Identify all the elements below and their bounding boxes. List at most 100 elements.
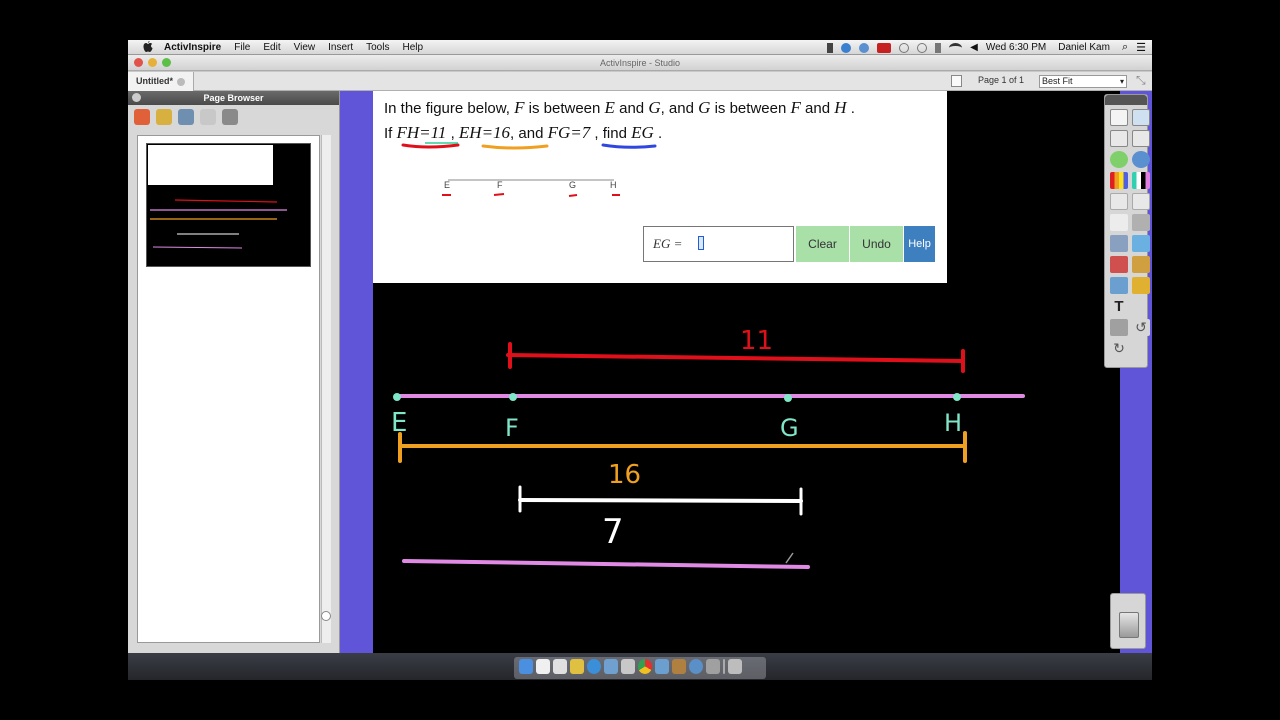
dock [128, 653, 1152, 680]
tab-close-icon[interactable] [177, 77, 185, 86]
menu-tools[interactable]: Tools [366, 42, 389, 53]
main-toolbox: T ↺ ↻ [1104, 94, 1150, 368]
bluetooth-icon[interactable] [935, 42, 942, 53]
page-browser-tool-icon[interactable] [134, 109, 150, 125]
trash-dock-icon[interactable] [728, 659, 742, 674]
flipchart-canvas[interactable]: In the figure below, F is between E and … [340, 91, 1120, 653]
globe-dock-icon[interactable] [689, 659, 703, 674]
globe-status-icon[interactable] [859, 42, 870, 53]
page-browser-panel: Page Browser [128, 91, 340, 653]
select-arrow-icon[interactable] [1110, 214, 1128, 231]
calendar-icon[interactable] [536, 659, 550, 674]
window-title: ActivInspire - Studio [599, 58, 681, 68]
zoom-icon[interactable] [1132, 109, 1150, 126]
minimize-window-button[interactable] [148, 58, 157, 67]
text-icon[interactable]: T [1110, 298, 1128, 315]
menu-file[interactable]: File [234, 42, 250, 53]
screen: ActivInspire File Edit View Insert Tools… [128, 40, 1152, 680]
resource-browser-icon[interactable] [156, 109, 172, 125]
menu-insert[interactable]: Insert [328, 42, 353, 53]
time-machine-icon[interactable] [917, 42, 928, 53]
mail-icon[interactable] [604, 659, 618, 674]
sync-status-icon[interactable] [899, 42, 910, 53]
trash-icon[interactable] [1119, 612, 1139, 638]
close-panel-icon[interactable] [132, 93, 141, 102]
chrome-icon[interactable] [638, 659, 652, 674]
activ-status-icon[interactable] [841, 42, 852, 53]
divider [723, 659, 725, 674]
apple-icon[interactable] [142, 41, 154, 53]
page-thumbnail[interactable] [146, 143, 311, 267]
color-palette-row2-icon[interactable] [1132, 172, 1150, 189]
app-store-icon[interactable] [587, 659, 601, 674]
zoom-window-button[interactable] [162, 58, 171, 67]
main-menu-icon[interactable] [1110, 109, 1128, 126]
point-g [784, 394, 792, 402]
segment-fh [506, 353, 965, 363]
fit-select[interactable]: Best Fit [1039, 75, 1127, 88]
connector-icon[interactable] [1110, 277, 1128, 294]
restore-icon[interactable]: ⤡ [1136, 74, 1148, 87]
window-controls [134, 58, 171, 67]
label-g: G [780, 414, 799, 442]
segment-fg [518, 498, 803, 503]
tool-dock-icon[interactable] [706, 659, 720, 674]
label-f: F [505, 414, 519, 442]
system-icon[interactable] [621, 659, 635, 674]
pin-icon[interactable] [1110, 319, 1128, 336]
undo-icon[interactable]: ↺ [1132, 319, 1150, 336]
page-thumbnail-area [137, 135, 320, 643]
finder-icon[interactable] [519, 659, 533, 674]
page-icon[interactable] [951, 75, 962, 87]
label-h: H [944, 409, 962, 437]
green-go-icon[interactable] [1110, 151, 1128, 168]
clock[interactable]: Wed 6:30 PM [986, 42, 1046, 53]
menu-view[interactable]: View [294, 42, 316, 53]
pen-size-icon[interactable] [1132, 193, 1150, 210]
record-status-icon[interactable] [877, 42, 892, 53]
property-browser-icon[interactable] [222, 109, 238, 125]
next-page-icon[interactable] [1132, 130, 1150, 147]
menu-app-name[interactable]: ActivInspire [164, 42, 221, 53]
redo-icon[interactable]: ↻ [1110, 340, 1128, 357]
fill-icon[interactable] [1132, 256, 1150, 273]
page-browser-tools [128, 105, 339, 133]
point-h [953, 393, 961, 401]
eraser-icon[interactable] [1110, 256, 1128, 273]
label-11: 11 [740, 326, 773, 356]
thumbnail-drawing [150, 199, 287, 249]
highlighter-icon[interactable] [1132, 235, 1150, 252]
utility-icon[interactable] [672, 659, 686, 674]
spotlight-search-icon[interactable]: ⌕ [1122, 41, 1128, 54]
dock-shelf [514, 657, 766, 679]
notes-icon[interactable] [570, 659, 584, 674]
label-7: 7 [602, 512, 624, 552]
close-window-button[interactable] [134, 58, 143, 67]
volume-icon[interactable]: ◀ [970, 42, 978, 53]
user-name[interactable]: Daniel Kam [1058, 42, 1110, 53]
point-e [393, 393, 401, 401]
preview-icon[interactable] [553, 659, 567, 674]
pen-status-icon[interactable] [827, 42, 834, 53]
color-palette-icon[interactable] [1110, 172, 1128, 189]
notification-list-icon[interactable]: ☰ [1136, 41, 1146, 54]
menu-edit[interactable]: Edit [263, 42, 280, 53]
activinspire-icon[interactable] [655, 659, 669, 674]
clipart-icon[interactable] [1132, 277, 1150, 294]
scroll-knob[interactable] [321, 611, 331, 621]
pen-icon[interactable] [1110, 235, 1128, 252]
page-info: Page 1 of 1 [978, 75, 1025, 85]
object-browser-icon[interactable] [178, 109, 194, 125]
menu-help[interactable]: Help [402, 42, 423, 53]
wifi-icon[interactable] [949, 42, 963, 53]
web-browser-icon[interactable] [1132, 151, 1150, 168]
status-area: ◀ Wed 6:30 PM Daniel Kam ⌕ ☰ [827, 40, 1146, 55]
tab-untitled[interactable]: Untitled* [128, 72, 194, 91]
pen-width-icon[interactable] [1110, 193, 1128, 210]
handwritten-drawing: 11 E F G H 16 7 [391, 326, 1025, 569]
tools-icon[interactable] [1132, 214, 1150, 231]
page-browser-scrollbar[interactable] [321, 135, 331, 643]
notes-browser-icon[interactable] [200, 109, 216, 125]
reset-page-icon[interactable] [1110, 130, 1128, 147]
